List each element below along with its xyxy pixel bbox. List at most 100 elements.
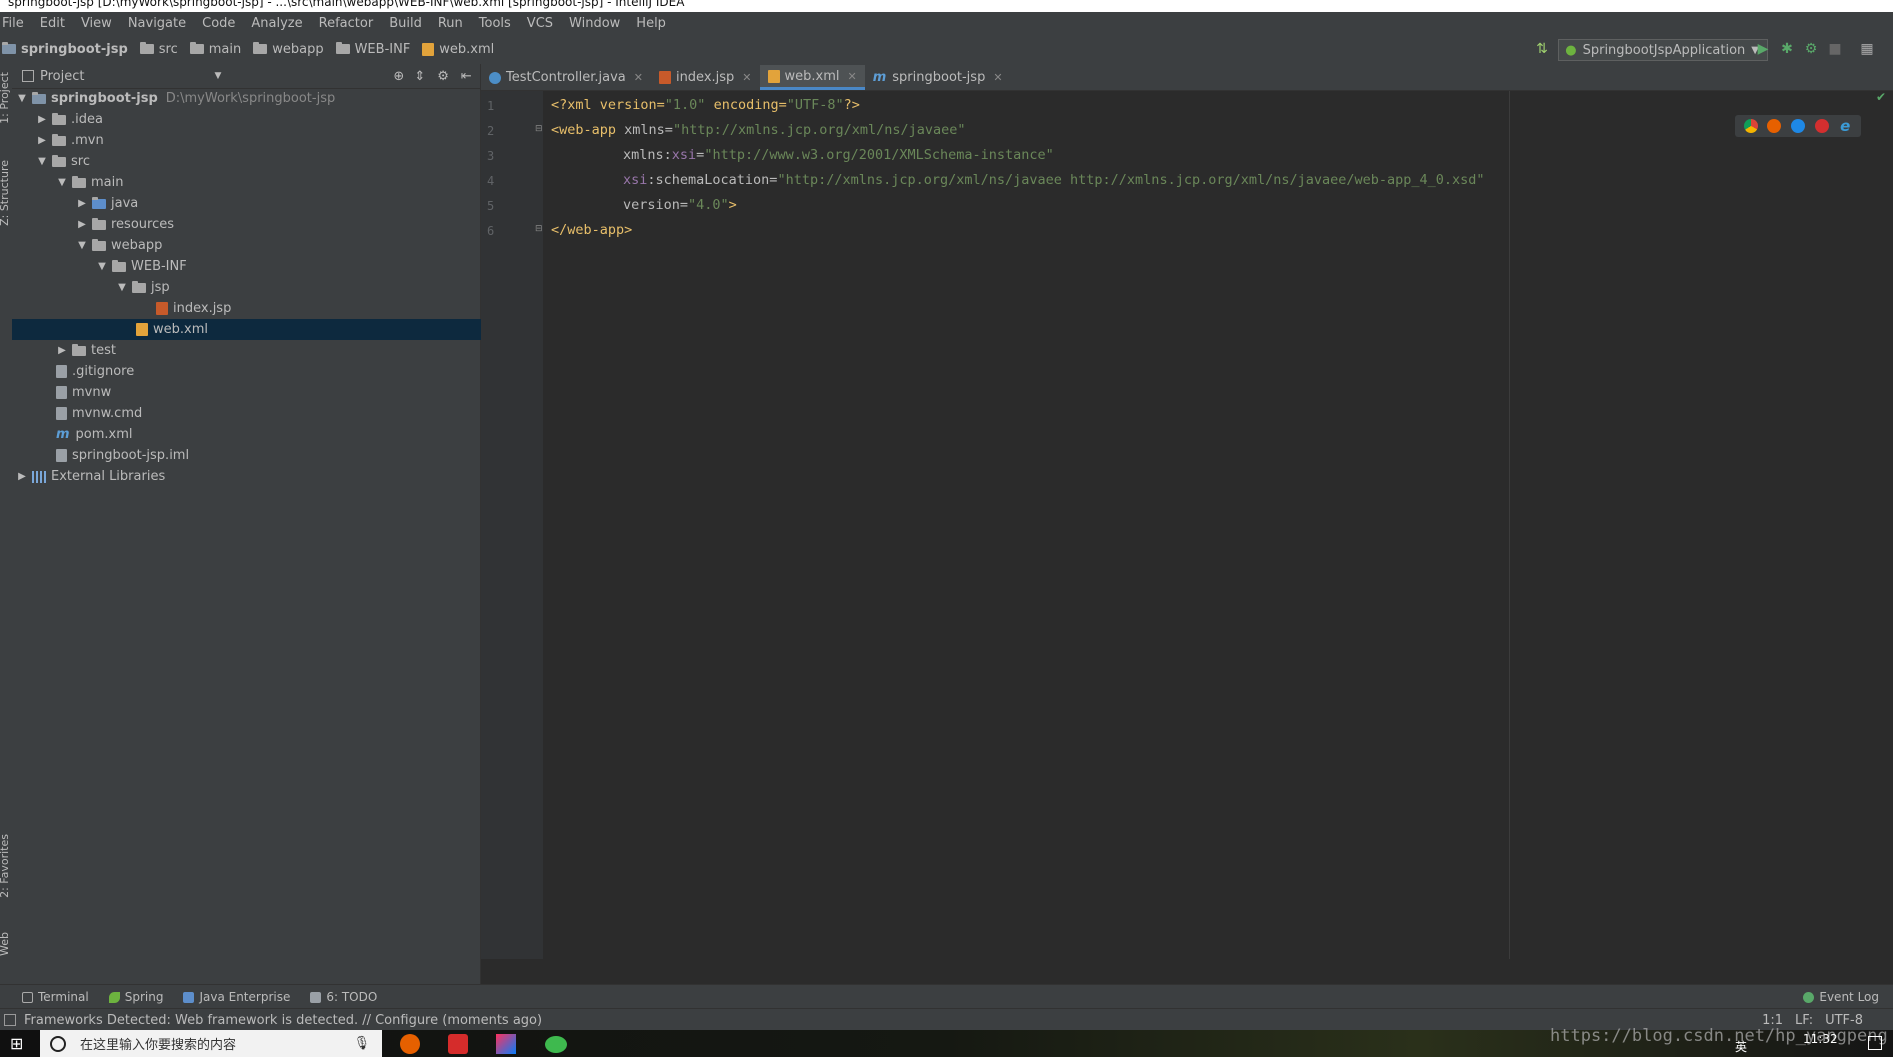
tree-item-external-libraries[interactable]: ▶ External Libraries (12, 466, 484, 487)
firefox-icon[interactable] (1767, 119, 1782, 133)
safari-icon[interactable] (1790, 119, 1805, 133)
menu-edit[interactable]: Edit (32, 16, 73, 31)
firefox-taskbar-icon[interactable] (400, 1034, 420, 1054)
close-icon[interactable]: ✕ (993, 71, 1002, 84)
project-tool-button[interactable]: 1: Project (0, 72, 11, 124)
tree-item-test[interactable]: ▶ test (12, 340, 524, 361)
expanded-arrow-icon[interactable]: ▼ (96, 261, 108, 272)
weibo-taskbar-icon[interactable] (448, 1034, 468, 1054)
close-icon[interactable]: ✕ (742, 71, 751, 84)
project-view-select[interactable]: Project (40, 69, 84, 84)
tree-item-iml[interactable]: springboot-jsp.iml (12, 445, 524, 466)
menu-file[interactable]: File (0, 16, 32, 31)
stop-icon[interactable]: ■ (1826, 40, 1844, 58)
menu-tools[interactable]: Tools (471, 16, 519, 31)
vcs-update-icon[interactable]: ⇅ (1533, 40, 1551, 58)
menu-run[interactable]: Run (430, 16, 471, 31)
spring-tool-button[interactable]: Spring (108, 990, 163, 1004)
coverage-icon[interactable]: ⚙ (1802, 40, 1820, 58)
status-panel-icon[interactable] (4, 1014, 16, 1026)
ime-indicator[interactable]: 英 (1735, 1038, 1747, 1055)
expanded-arrow-icon[interactable]: ▼ (116, 282, 128, 293)
expanded-arrow-icon[interactable]: ▼ (56, 177, 68, 188)
folder-icon (72, 175, 86, 188)
project-structure-icon[interactable]: ▦ (1858, 40, 1876, 58)
fold-icon[interactable]: ⊟ (535, 124, 543, 134)
collapsed-arrow-icon[interactable]: ▶ (16, 471, 28, 482)
notification-icon[interactable] (1868, 1036, 1882, 1050)
tree-item-mvn[interactable]: ▶ .mvn (12, 130, 504, 151)
menu-build[interactable]: Build (381, 16, 430, 31)
chevron-down-icon[interactable]: ▼ (214, 71, 221, 81)
tree-item-springboot-jsp[interactable]: ▼ springboot-jsp D:\myWork\springboot-jsp (12, 88, 484, 109)
menu-window[interactable]: Window (561, 16, 628, 31)
web-tool-button[interactable]: Web (0, 932, 11, 956)
close-icon[interactable]: ✕ (634, 71, 643, 84)
wechat-taskbar-icon[interactable] (545, 1036, 567, 1053)
tree-item-src[interactable]: ▼ src (12, 151, 504, 172)
tree-item-main[interactable]: ▼ main (12, 172, 524, 193)
breadcrumb-main[interactable]: main (189, 42, 241, 57)
java-enterprise-tool-button[interactable]: Java Enterprise (183, 990, 290, 1004)
favorites-tool-button[interactable]: 2: Favorites (0, 834, 11, 898)
ie-icon[interactable]: e (1838, 119, 1852, 134)
intellij-taskbar-icon[interactable] (496, 1034, 516, 1054)
expanded-arrow-icon[interactable]: ▼ (76, 240, 88, 251)
inspection-ok-icon[interactable]: ✔ (1876, 90, 1886, 104)
project-panel-header: Project ▼ ⊕ ⇕ ⚙ ⇤ (12, 64, 480, 89)
run-icon[interactable]: ▶ (1754, 40, 1772, 58)
collapsed-arrow-icon[interactable]: ▶ (36, 135, 48, 146)
clock[interactable]: 11:32 (1803, 1032, 1838, 1046)
terminal-tool-button[interactable]: Terminal (22, 990, 89, 1004)
taskbar-search-box[interactable]: 在这里输入你要搜索的内容 🎙 (40, 1030, 382, 1057)
run-configuration-select[interactable]: ● SpringbootJspApplication ▼ (1558, 39, 1768, 61)
expanded-arrow-icon[interactable]: ▼ (16, 93, 28, 104)
tree-item-mvnw[interactable]: mvnw (12, 382, 524, 403)
breadcrumb-project[interactable]: springboot-jsp (2, 42, 128, 57)
breadcrumb-web-xml[interactable]: web.xml (422, 42, 494, 57)
menu-refactor[interactable]: Refactor (311, 16, 382, 31)
tab-index-jsp[interactable]: index.jsp ✕ (651, 65, 760, 90)
opera-icon[interactable] (1814, 119, 1829, 133)
tree-item-idea[interactable]: ▶ .idea (12, 109, 504, 130)
event-log-button[interactable]: Event Log (1803, 990, 1879, 1004)
tree-item-resources[interactable]: ▶ resources (12, 214, 544, 235)
gear-icon[interactable]: ⚙ (437, 69, 449, 84)
tab-web-xml[interactable]: web.xml ✕ (759, 65, 865, 90)
todo-tool-button[interactable]: 6: TODO (310, 990, 377, 1004)
collapsed-arrow-icon[interactable]: ▶ (56, 345, 68, 356)
menu-view[interactable]: View (73, 16, 120, 31)
collapsed-arrow-icon[interactable]: ▶ (76, 219, 88, 230)
microphone-icon[interactable]: 🎙 (353, 1036, 370, 1051)
tree-item-mvnw-cmd[interactable]: mvnw.cmd (12, 403, 524, 424)
menu-analyze[interactable]: Analyze (243, 16, 310, 31)
breadcrumb-web-inf[interactable]: WEB-INF (335, 42, 410, 57)
tree-item-webapp[interactable]: ▼ webapp (12, 235, 544, 256)
collapsed-arrow-icon[interactable]: ▶ (36, 114, 48, 125)
tree-item-gitignore[interactable]: .gitignore (12, 361, 524, 382)
collapsed-arrow-icon[interactable]: ▶ (76, 198, 88, 209)
collapse-all-icon[interactable]: ⇕ (414, 69, 425, 84)
menu-vcs[interactable]: VCS (519, 16, 561, 31)
tab-springboot-jsp[interactable]: m springboot-jsp ✕ (865, 65, 1011, 90)
debug-icon[interactable]: ✱ (1778, 40, 1796, 58)
chrome-icon[interactable] (1743, 119, 1758, 133)
structure-tool-button[interactable]: Z: Structure (0, 160, 11, 226)
hide-panel-icon[interactable]: ⇤ (461, 69, 472, 84)
locate-icon[interactable]: ⊕ (393, 69, 404, 84)
breadcrumb-src[interactable]: src (139, 42, 178, 57)
close-icon[interactable]: ✕ (848, 70, 857, 83)
fold-icon[interactable]: ⊟ (535, 224, 543, 234)
tab-testcontroller-java[interactable]: TestController.java ✕ (481, 65, 651, 90)
breadcrumb-webapp[interactable]: webapp (253, 42, 324, 57)
expanded-arrow-icon[interactable]: ▼ (36, 156, 48, 167)
menu-code[interactable]: Code (194, 16, 243, 31)
status-message[interactable]: Frameworks Detected: Web framework is de… (24, 1013, 542, 1028)
tree-item-java[interactable]: ▶ java (12, 193, 544, 214)
tree-item-pom-xml[interactable]: m pom.xml (12, 424, 524, 445)
menu-help[interactable]: Help (628, 16, 674, 31)
window-title-bar: springboot-jsp [D:\myWork\springboot-jsp… (0, 0, 1893, 12)
menu-navigate[interactable]: Navigate (120, 16, 194, 31)
windows-start-icon[interactable]: ⊞ (10, 1034, 23, 1053)
code-editor[interactable]: <?xml version="1.0" encoding="UTF-8"?> <… (543, 91, 1509, 959)
